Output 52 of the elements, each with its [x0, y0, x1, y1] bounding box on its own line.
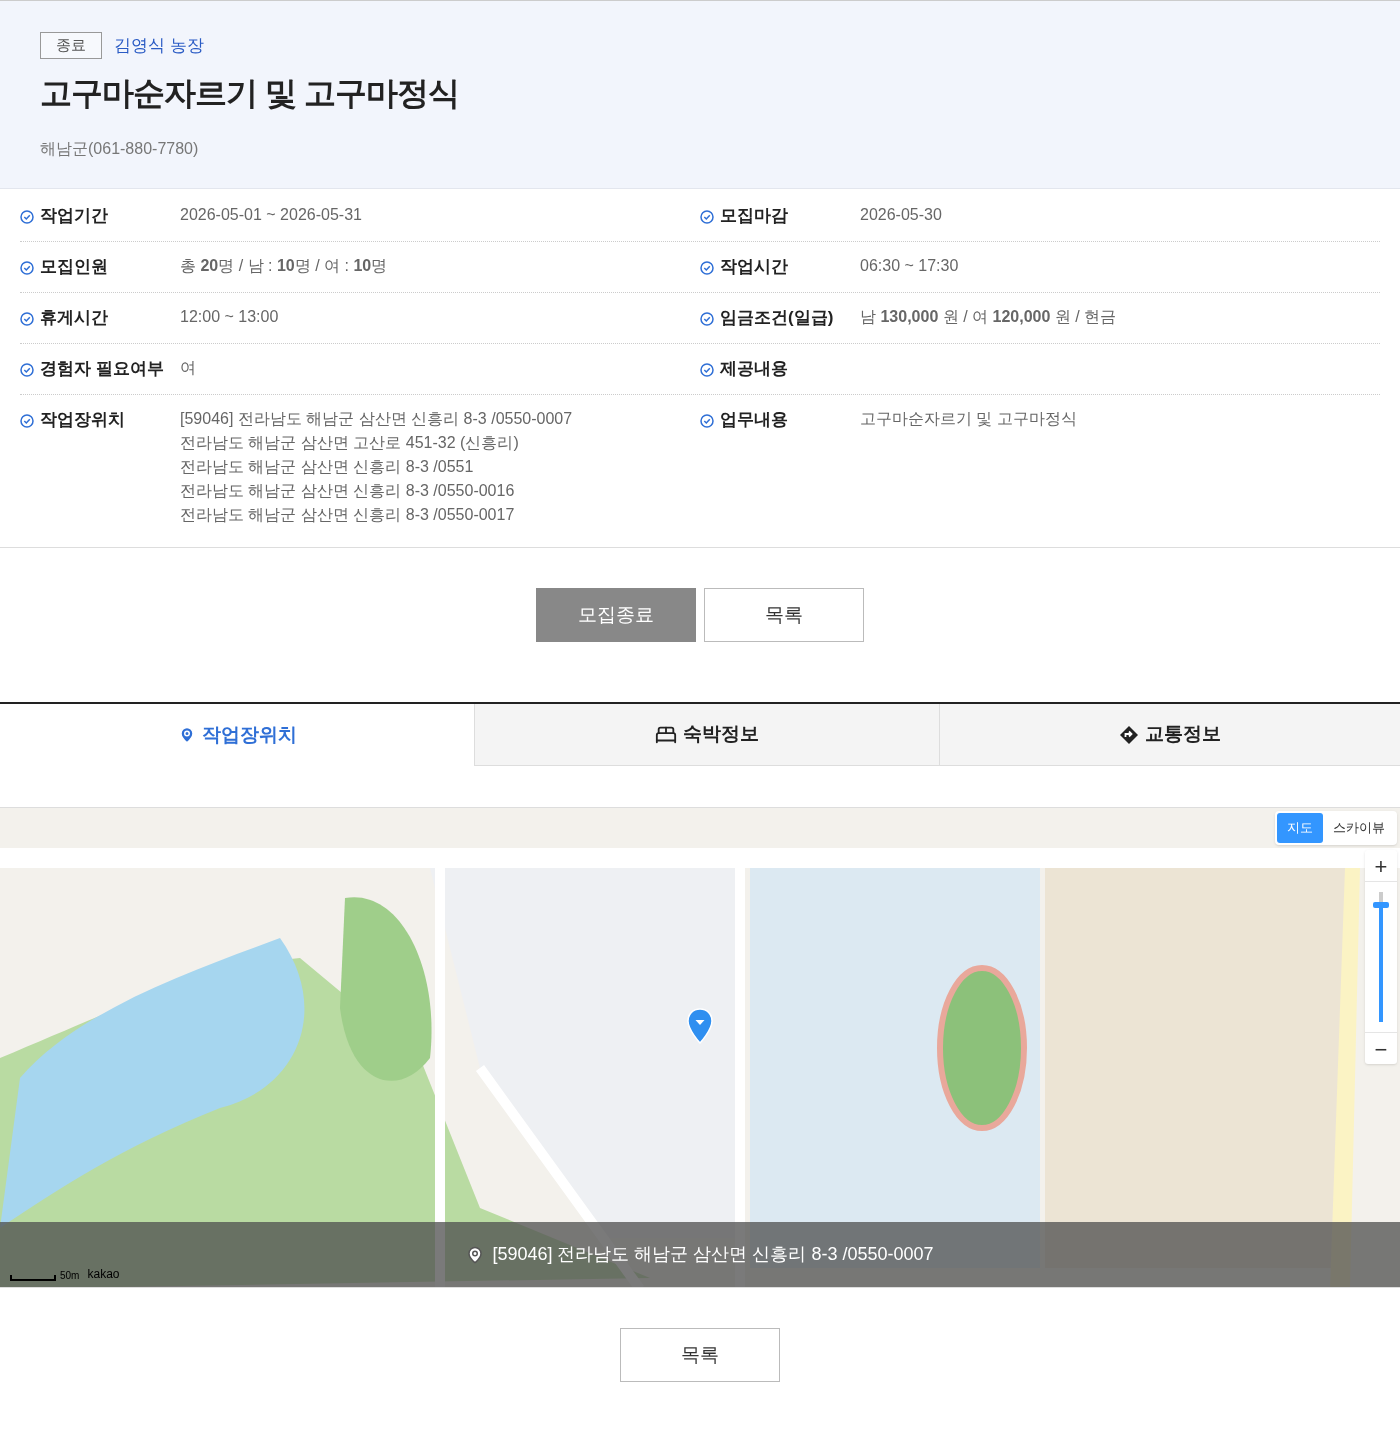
field-value: 전라남도 해남군 삼산면 신흥리 8-3 /0551	[180, 457, 475, 477]
scale-label: 50m	[60, 1270, 80, 1281]
field-label: 모집마감	[720, 205, 788, 227]
address-text: [59046] 전라남도 해남군 삼산면 신흥리 8-3 /0550-0007	[492, 1243, 934, 1266]
scale-bar-icon	[10, 1275, 56, 1281]
check-circle-icon	[700, 261, 714, 275]
field-value: 06:30 ~ 17:30	[860, 256, 959, 276]
field-value: 2026-05-30	[860, 205, 942, 225]
tab[interactable]: 교통정보	[939, 704, 1400, 766]
field-label: 임금조건(일급)	[720, 307, 834, 329]
check-circle-icon	[20, 261, 34, 275]
map-provider-logo: kakao	[87, 1268, 120, 1281]
field-value: [59046] 전라남도 해남군 삼산면 신흥리 8-3 /0550-0007	[180, 409, 573, 429]
map-marker-icon	[687, 1008, 713, 1044]
field-label: 작업시간	[720, 256, 788, 278]
job-title: 고구마순자르기 및 고구마정식	[40, 74, 460, 113]
check-circle-icon	[20, 210, 34, 224]
direction-sign-icon	[1119, 724, 1139, 745]
field-value: 여	[180, 358, 196, 378]
field-label: 경험자 필요여부	[40, 358, 164, 380]
recruit-closed-button[interactable]: 모집종료	[536, 588, 696, 642]
list-button[interactable]: 목록	[704, 588, 864, 642]
zoom-out-button[interactable]: −	[1365, 1032, 1397, 1064]
field-value: 전라남도 해남군 삼산면 신흥리 8-3 /0550-0016	[180, 481, 516, 501]
check-circle-icon	[700, 414, 714, 428]
field-value: 전라남도 해남군 삼산면 고산로 451-32 (신흥리)	[180, 433, 520, 453]
map-pin-icon	[466, 1245, 485, 1264]
field-value: 12:00 ~ 13:00	[180, 307, 279, 327]
field-value: 2026-05-01 ~ 2026-05-31	[180, 205, 362, 225]
farm-name: 김영식 농장	[114, 34, 204, 57]
field-label: 업무내용	[720, 409, 788, 431]
field-value: 전라남도 해남군 삼산면 신흥리 8-3 /0550-0017	[180, 505, 516, 525]
status-badge: 종료	[40, 32, 102, 59]
check-circle-icon	[20, 312, 34, 326]
check-circle-icon	[700, 312, 714, 326]
contact-text: 해남군(061-880-7780)	[40, 139, 200, 159]
check-circle-icon	[20, 414, 34, 428]
list-button[interactable]: 목록	[620, 1328, 780, 1382]
field-label: 모집인원	[40, 256, 108, 278]
check-circle-icon	[20, 363, 34, 377]
field-value: 남 130,000 원 / 여 120,000 원 / 현금	[860, 307, 1117, 327]
tab[interactable]: 숙박정보	[474, 704, 939, 766]
field-label: 제공내용	[720, 358, 788, 380]
field-value: 총 20명 / 남 : 10명 / 여 : 10명	[180, 256, 388, 276]
field-label: 휴게시간	[40, 307, 108, 329]
zoom-in-button[interactable]: +	[1365, 850, 1397, 882]
field-value: 고구마순자르기 및 고구마정식	[860, 409, 1077, 429]
zoom-slider-thumb[interactable]	[1373, 902, 1389, 908]
field-label: 작업기간	[40, 205, 108, 227]
check-circle-icon	[700, 363, 714, 377]
field-label: 작업장위치	[40, 409, 125, 431]
check-circle-icon	[700, 210, 714, 224]
